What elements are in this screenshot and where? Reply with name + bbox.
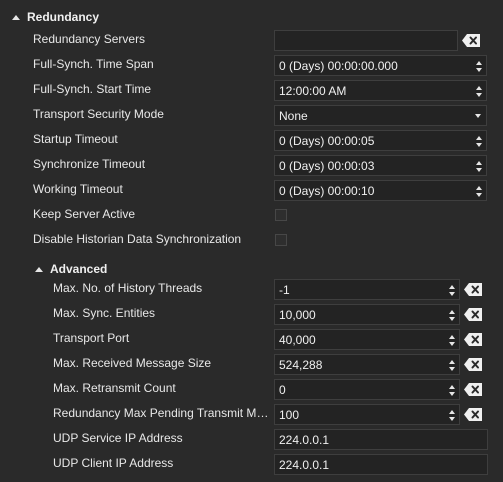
max-pending-transmit-value: 100 — [279, 407, 300, 422]
spin-up-down-icon[interactable] — [474, 82, 484, 100]
redundancy-servers-row: Redundancy Servers — [0, 28, 503, 53]
max-sync-entities-field[interactable]: 10,000 — [274, 304, 460, 325]
max-received-message-size-field[interactable]: 524,288 — [274, 354, 460, 375]
max-pending-transmit-row: Redundancy Max Pending Transmit Mes... 1… — [0, 402, 503, 427]
clear-icon[interactable] — [463, 306, 483, 323]
working-timeout-label: Working Timeout — [33, 182, 123, 196]
max-retransmit-count-row: Max. Retransmit Count 0 — [0, 377, 503, 402]
keep-server-active-label: Keep Server Active — [33, 207, 136, 221]
full-synch-time-span-row: Full-Synch. Time Span 0 (Days) 00:00:00.… — [0, 53, 503, 78]
collapse-triangle-icon[interactable] — [35, 266, 43, 272]
redundancy-section-header[interactable]: Redundancy — [12, 6, 99, 28]
synchronize-timeout-field[interactable]: 0 (Days) 00:00:03 — [274, 155, 487, 176]
max-history-threads-row: Max. No. of History Threads -1 — [0, 277, 503, 302]
max-history-threads-value: -1 — [279, 282, 290, 297]
spin-up-down-icon[interactable] — [474, 157, 484, 175]
keep-server-active-checkbox[interactable] — [275, 209, 287, 221]
synchronize-timeout-value: 0 (Days) 00:00:03 — [279, 158, 375, 173]
udp-service-ip-label: UDP Service IP Address — [53, 431, 183, 445]
working-timeout-value: 0 (Days) 00:00:10 — [279, 183, 375, 198]
spin-up-down-icon[interactable] — [447, 406, 457, 424]
transport-port-value: 40,000 — [279, 332, 316, 347]
redundancy-property-panel: Redundancy Redundancy Servers Full-Synch… — [0, 0, 503, 482]
full-synch-time-span-field[interactable]: 0 (Days) 00:00:00.000 — [274, 55, 487, 76]
redundancy-servers-label: Redundancy Servers — [33, 32, 146, 46]
full-synch-start-time-row: Full-Synch. Start Time 12:00:00 AM — [0, 78, 503, 103]
disable-historian-sync-checkbox[interactable] — [275, 234, 287, 246]
max-sync-entities-label: Max. Sync. Entities — [53, 306, 156, 320]
transport-security-mode-select[interactable]: None — [274, 105, 487, 126]
startup-timeout-row: Startup Timeout 0 (Days) 00:00:05 — [0, 128, 503, 153]
clear-icon[interactable] — [463, 406, 483, 423]
max-retransmit-count-value: 0 — [279, 382, 286, 397]
collapse-triangle-icon[interactable] — [12, 14, 20, 20]
startup-timeout-value: 0 (Days) 00:00:05 — [279, 133, 375, 148]
redundancy-servers-field[interactable] — [274, 30, 458, 51]
transport-port-row: Transport Port 40,000 — [0, 327, 503, 352]
advanced-section-title: Advanced — [50, 262, 108, 276]
spin-up-down-icon[interactable] — [447, 281, 457, 299]
max-retransmit-count-label: Max. Retransmit Count — [53, 381, 176, 395]
working-timeout-row: Working Timeout 0 (Days) 00:00:10 — [0, 178, 503, 203]
udp-service-ip-row: UDP Service IP Address 224.0.0.1 — [0, 427, 503, 452]
synchronize-timeout-label: Synchronize Timeout — [33, 157, 146, 171]
max-history-threads-label: Max. No. of History Threads — [53, 281, 203, 295]
max-sync-entities-value: 10,000 — [279, 307, 316, 322]
full-synch-start-time-field[interactable]: 12:00:00 AM — [274, 80, 487, 101]
spin-up-down-icon[interactable] — [447, 381, 457, 399]
max-received-message-size-value: 524,288 — [279, 357, 323, 372]
disable-historian-sync-label: Disable Historian Data Synchronization — [33, 232, 242, 246]
full-synch-time-span-label: Full-Synch. Time Span — [33, 57, 154, 71]
max-retransmit-count-field[interactable]: 0 — [274, 379, 460, 400]
transport-security-mode-label: Transport Security Mode — [33, 107, 164, 121]
clear-icon[interactable] — [463, 281, 483, 298]
transport-port-field[interactable]: 40,000 — [274, 329, 460, 350]
clear-icon[interactable] — [463, 381, 483, 398]
spin-up-down-icon[interactable] — [447, 306, 457, 324]
keep-server-active-row: Keep Server Active — [0, 203, 503, 228]
udp-client-ip-row: UDP Client IP Address 224.0.0.1 — [0, 452, 503, 477]
startup-timeout-label: Startup Timeout — [33, 132, 118, 146]
spin-up-down-icon[interactable] — [474, 132, 484, 150]
working-timeout-field[interactable]: 0 (Days) 00:00:10 — [274, 180, 487, 201]
max-pending-transmit-field[interactable]: 100 — [274, 404, 460, 425]
startup-timeout-field[interactable]: 0 (Days) 00:00:05 — [274, 130, 487, 151]
dropdown-arrow-icon[interactable] — [475, 114, 481, 118]
clear-icon[interactable] — [463, 331, 483, 348]
transport-port-label: Transport Port — [53, 331, 130, 345]
max-sync-entities-row: Max. Sync. Entities 10,000 — [0, 302, 503, 327]
spin-up-down-icon[interactable] — [474, 57, 484, 75]
redundancy-section-title: Redundancy — [27, 10, 100, 24]
full-synch-start-time-value: 12:00:00 AM — [279, 83, 347, 98]
max-history-threads-field[interactable]: -1 — [274, 279, 460, 300]
full-synch-time-span-value: 0 (Days) 00:00:00.000 — [279, 58, 398, 73]
full-synch-start-time-label: Full-Synch. Start Time — [33, 82, 152, 96]
spin-up-down-icon[interactable] — [447, 356, 457, 374]
udp-client-ip-label: UDP Client IP Address — [53, 456, 174, 470]
max-received-message-size-label: Max. Received Message Size — [53, 356, 212, 370]
synchronize-timeout-row: Synchronize Timeout 0 (Days) 00:00:03 — [0, 153, 503, 178]
udp-client-ip-field[interactable]: 224.0.0.1 — [274, 454, 488, 475]
max-pending-transmit-label: Redundancy Max Pending Transmit Mes... — [53, 406, 272, 420]
spin-up-down-icon[interactable] — [474, 182, 484, 200]
disable-historian-sync-row: Disable Historian Data Synchronization — [0, 228, 503, 253]
max-received-message-size-row: Max. Received Message Size 524,288 — [0, 352, 503, 377]
clear-icon[interactable] — [463, 356, 483, 373]
udp-service-ip-field[interactable]: 224.0.0.1 — [274, 429, 488, 450]
clear-icon[interactable] — [461, 32, 481, 49]
transport-security-mode-value: None — [279, 108, 308, 123]
transport-security-mode-row: Transport Security Mode None — [0, 103, 503, 128]
spin-up-down-icon[interactable] — [447, 331, 457, 349]
